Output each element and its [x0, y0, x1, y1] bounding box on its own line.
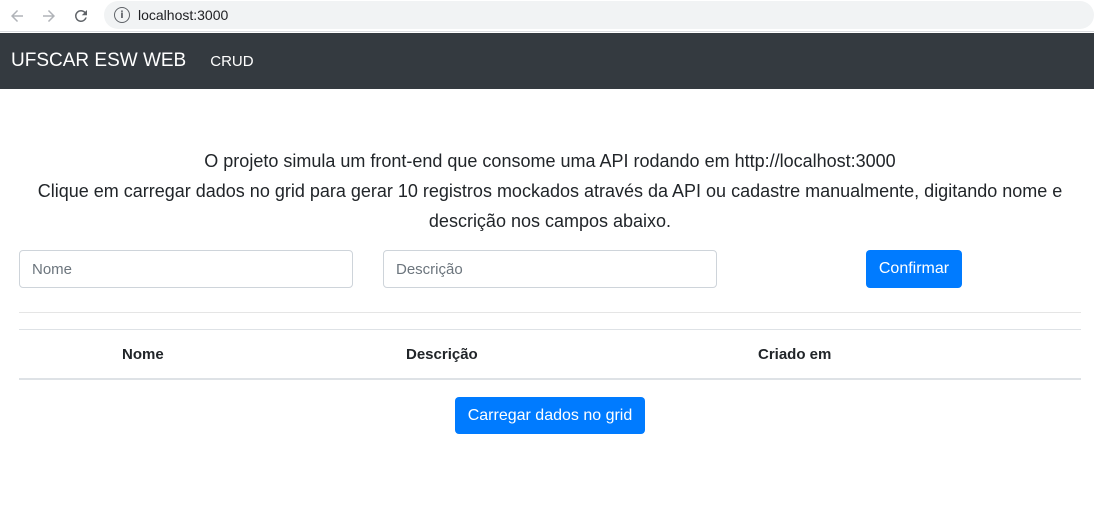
nome-input[interactable]	[19, 250, 353, 288]
back-arrow-icon[interactable]	[6, 5, 28, 27]
forward-arrow-icon[interactable]	[38, 5, 60, 27]
confirm-button[interactable]: Confirmar	[866, 250, 962, 288]
table-top-border	[19, 329, 1081, 330]
divider	[19, 312, 1081, 313]
table-header-border	[19, 378, 1081, 380]
column-header-criado-em: Criado em	[758, 346, 832, 363]
load-grid-button[interactable]: Carregar dados no grid	[455, 397, 645, 434]
column-header-nome: Nome	[122, 346, 164, 363]
intro-line-1: O projeto simula um front-end que consom…	[204, 151, 896, 171]
info-icon[interactable]: i	[114, 7, 130, 23]
column-header-descricao: Descrição	[406, 346, 478, 363]
nav-link-crud[interactable]: CRUD	[210, 53, 253, 70]
address-bar[interactable]: i localhost:3000	[104, 1, 1094, 29]
url-text: localhost:3000	[138, 7, 229, 23]
reload-icon[interactable]	[70, 5, 92, 27]
intro-line-2: Clique em carregar dados no grid para ge…	[37, 181, 1063, 231]
descricao-input[interactable]	[383, 250, 717, 288]
navbar-brand[interactable]: UFSCAR ESW WEB	[11, 50, 186, 72]
browser-toolbar: i localhost:3000	[0, 0, 1094, 32]
intro-text: O projeto simula um front-end que consom…	[19, 146, 1081, 236]
navbar: UFSCAR ESW WEB CRUD	[0, 33, 1094, 89]
